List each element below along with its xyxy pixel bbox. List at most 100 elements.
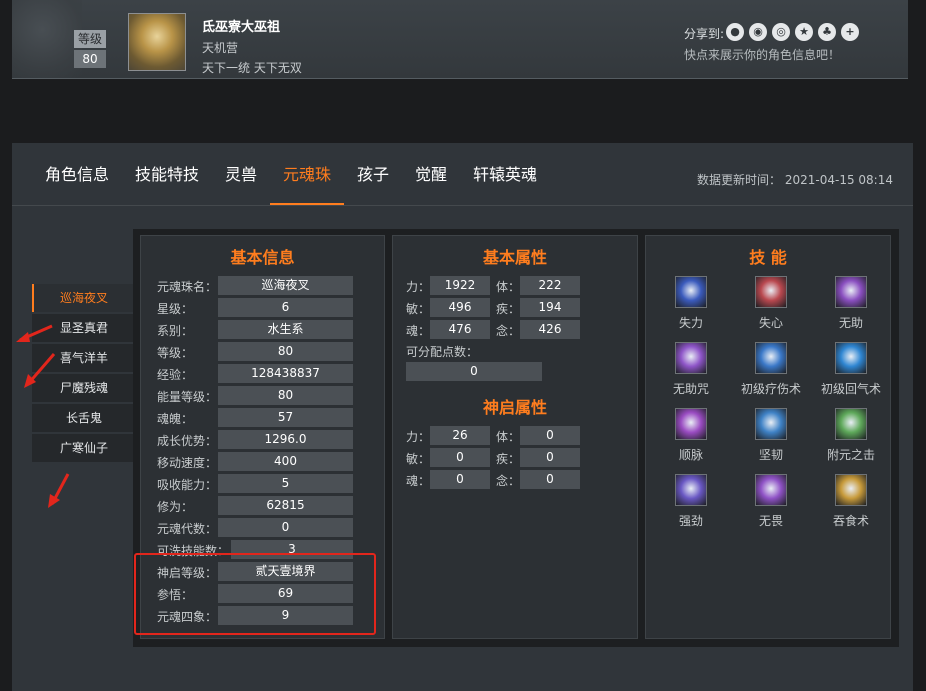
more-icon[interactable]: + [841,23,859,41]
tab-bar: 角色信息 技能特技 灵兽 元魂珠 孩子 觉醒 轩辕英魂 数据更新时间： 2021… [12,143,913,206]
free-points-label: 可分配点数： [406,345,479,359]
skill-name: 附元之击 [826,448,875,462]
level-badge: 等级 80 [74,30,106,68]
update-time: 数据更新时间： 2021-04-15 08:14 [697,173,893,187]
character-server: 天机营 [202,41,239,55]
basic_attr-label: 念： [496,324,521,338]
basic-info-label: 等级： [157,346,194,360]
basic-attr-title: 基本属性 [482,248,547,267]
basic-info-value: 1296.0 [218,430,353,449]
share-icons: ● ◉ ◎ ★ ♣ + [726,23,859,41]
shenqi_attr-value: 0 [520,470,580,489]
qiangjin-skill-icon[interactable] [675,474,707,506]
level-label: 等级 [74,30,106,48]
skill-name: 无助咒 [672,382,709,396]
skill-item[interactable]: 坚韧 [731,408,811,463]
basic-info-label: 移动速度： [157,456,218,470]
character-name: 氐巫寮大巫祖 [202,20,281,35]
basic-info-label: 系别： [157,324,194,338]
skill-item[interactable]: 失力 [651,276,731,331]
tab-children[interactable]: 孩子 [357,165,389,203]
shili-skill-icon[interactable] [675,276,707,308]
free-points-value: 0 [406,362,542,381]
shenqi-attr-title: 神启属性 [482,398,547,417]
soul-orb-item-1[interactable]: 巡海夜叉 [32,284,134,312]
huiqi-skill-icon[interactable] [835,342,867,374]
liaoshang-skill-icon[interactable] [755,342,787,374]
skill-item[interactable]: 吞食术 [811,474,891,529]
attributes-panel: 基本属性 力： 1922 体： 222 敏： 496 疾： 194 魂： 476 念： 426 可分配… [392,235,638,639]
shenqi_attr-label: 力： [406,430,431,444]
skill-name: 初级疗伤术 [740,382,801,396]
tab-skills[interactable]: 技能特技 [135,165,199,203]
tab-soul-orb[interactable]: 元魂珠 [270,165,345,205]
wuwei-skill-icon[interactable] [755,474,787,506]
qzone-icon[interactable]: ★ [795,23,813,41]
shenqi_attr-value: 0 [520,426,580,445]
tab-xuanyuan-soul[interactable]: 轩辕英魂 [473,165,537,203]
basic-info-value: 80 [218,386,353,405]
skill-item[interactable]: 无助咒 [651,342,731,397]
arrow-annotation [16,324,53,342]
soul-orb-item-5[interactable]: 长舌鬼 [32,404,134,432]
skill-item[interactable]: 无助 [811,276,891,331]
basic-info-value: 80 [218,342,353,361]
skill-item[interactable]: 无畏 [731,474,811,529]
shenqi_attr-value: 0 [520,448,580,467]
arrow-annotation [24,353,56,388]
wechat-icon[interactable]: ● [726,23,744,41]
wuzhu-skill-icon[interactable] [835,276,867,308]
tab-character-info[interactable]: 角色信息 [45,165,109,203]
weibo-icon[interactable]: ◎ [772,23,790,41]
qq-icon[interactable]: ◉ [749,23,767,41]
skill-item[interactable]: 附元之击 [811,408,891,463]
skill-name: 无助 [838,316,863,330]
basic-info-value: 5 [218,474,353,493]
skill-name: 顺脉 [678,448,703,462]
shixin-skill-icon[interactable] [755,276,787,308]
ornament-decoration [12,0,82,78]
basic-info-value: 400 [218,452,353,471]
basic-info-label: 能量等级： [157,390,218,404]
arrow-annotation [48,473,70,508]
basic_attr-label: 力： [406,280,431,294]
level-value: 80 [74,50,106,68]
skill-name: 失心 [758,316,783,330]
skill-name: 失力 [678,316,703,330]
tunshi-skill-icon[interactable] [835,474,867,506]
basic-info-label: 吸收能力： [157,478,218,492]
shenqi_attr-label: 念： [496,474,521,488]
skill-item[interactable]: 初级疗伤术 [731,342,811,397]
soul-orb-item-6[interactable]: 广寒仙子 [32,434,134,462]
shunmai-skill-icon[interactable] [675,408,707,440]
basic-info-value: 57 [218,408,353,427]
jianren-skill-icon[interactable] [755,408,787,440]
basic-info-title: 基本信息 [230,248,295,267]
wuzhuzhou-skill-icon[interactable] [675,342,707,374]
basic-info-label: 经验： [157,368,194,382]
skill-item[interactable]: 强劲 [651,474,731,529]
fuyuan-skill-icon[interactable] [835,408,867,440]
skill-name: 强劲 [678,514,703,528]
tieba-icon[interactable]: ♣ [818,23,836,41]
skill-item[interactable]: 初级回气术 [811,342,891,397]
skill-item[interactable]: 顺脉 [651,408,731,463]
skill-item[interactable]: 失心 [731,276,811,331]
avatar [128,13,186,71]
tab-awaken[interactable]: 觉醒 [415,165,447,203]
skills-panel: 技 能 失力 失心 无助 无助咒 初级疗伤术 初级回气术 顺脉 坚韧 附元之击 强劲 无畏 吞食术 [645,235,891,639]
basic-info-label: 元魂代数： [157,522,218,536]
skill-name: 无畏 [758,514,783,528]
basic-info-value: 巡海夜叉 [218,276,353,295]
shenqi_attr-value: 26 [430,426,490,445]
basic-info-value: 62815 [218,496,353,515]
basic-info-value: 0 [218,518,353,537]
tab-spirit-beast[interactable]: 灵兽 [225,165,257,203]
basic_attr-value: 194 [520,298,580,317]
basic_attr-label: 敏： [406,302,431,316]
basic-info-label: 成长优势： [157,434,218,448]
share-label: 分享到: [684,27,725,41]
share-hint: 快点来展示你的角色信息吧！ [684,48,841,62]
basic_attr-value: 496 [430,298,490,317]
profile-bar: 等级 80 氐巫寮大巫祖 天机营 天下一统 天下无双 分享到: ● ◉ ◎ ★ … [12,0,908,79]
